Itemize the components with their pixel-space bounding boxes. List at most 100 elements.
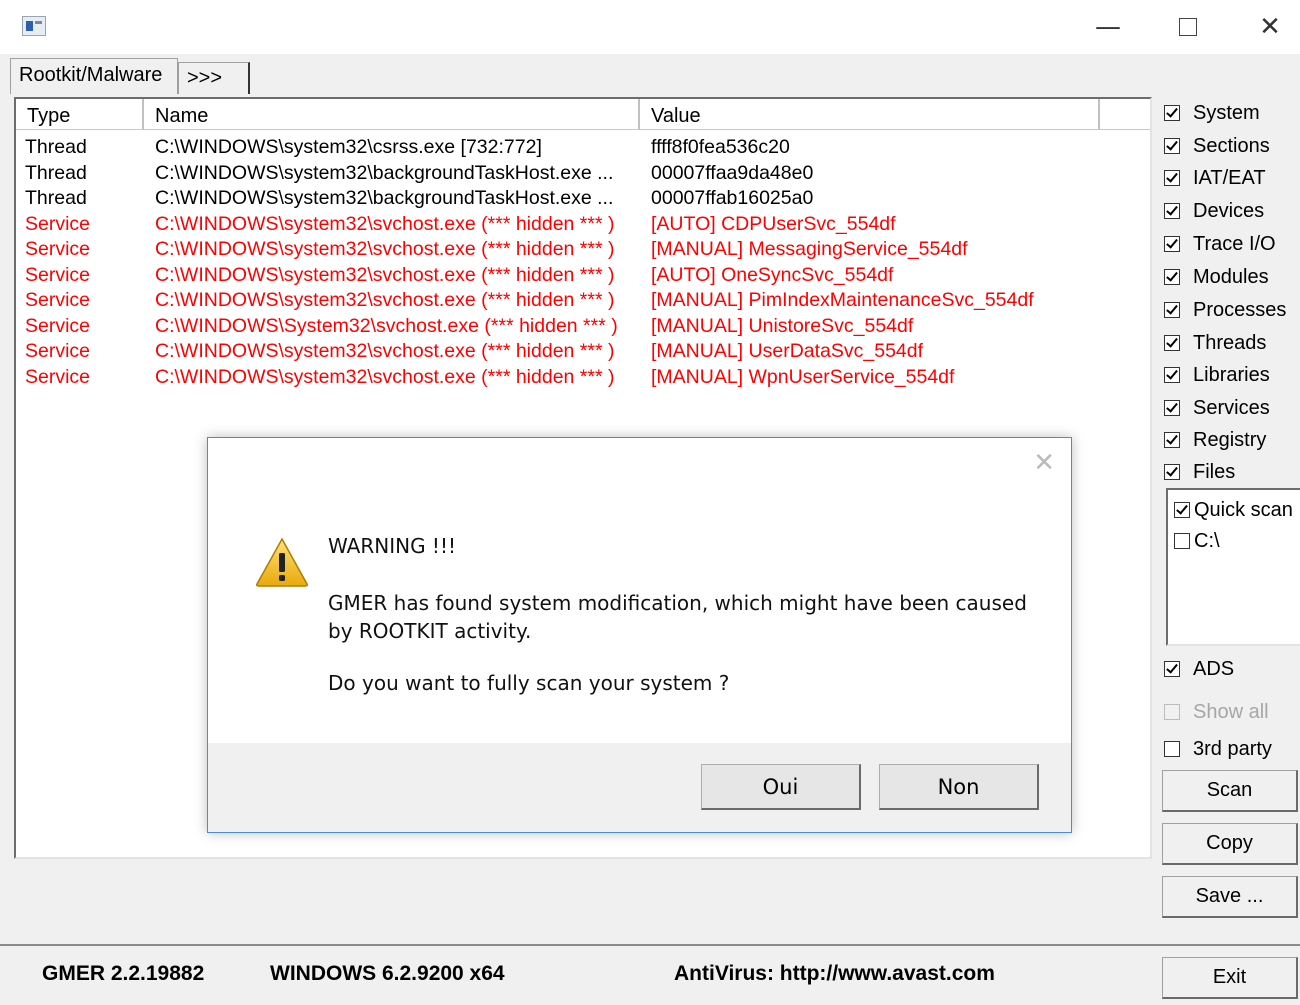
app-window-icon[interactable] <box>22 16 46 36</box>
checkbox-icon <box>1164 464 1180 480</box>
show-all-label: Show all <box>1193 700 1269 723</box>
table-row[interactable]: Thread C:\WINDOWS\system32\backgroundTask… <box>16 161 1150 187</box>
option-label: Trace I/O <box>1193 232 1276 255</box>
column-header-value[interactable]: Value <box>640 99 1100 129</box>
dialog-footer: Oui Non <box>208 743 1071 832</box>
dialog-title: WARNING !!! <box>328 534 456 558</box>
ads-label: ADS <box>1193 657 1235 680</box>
checkbox-icon <box>1174 502 1190 518</box>
option-checkbox-modules[interactable]: Modules <box>1164 264 1269 290</box>
copy-button[interactable]: Copy <box>1162 823 1298 865</box>
row-value: [AUTO] CDPUserSvc_554df <box>651 212 896 235</box>
row-type: Service <box>25 263 91 286</box>
row-value: [MANUAL] UserDataSvc_554df <box>651 340 924 362</box>
scan-button[interactable]: Scan <box>1162 770 1298 812</box>
option-label: System <box>1193 101 1260 124</box>
file-target-checkbox[interactable]: Quick scan <box>1174 497 1293 523</box>
row-name: C:\WINDOWS\system32\csrss.exe [732:772] <box>155 136 542 158</box>
option-checkbox-system[interactable]: System <box>1164 100 1260 126</box>
row-type: Thread <box>25 161 87 184</box>
file-target-checkbox[interactable]: C:\ <box>1174 528 1220 554</box>
maximize-button[interactable] <box>1158 8 1218 46</box>
table-row[interactable]: Service C:\WINDOWS\system32\svchost.exe (… <box>16 212 1150 238</box>
option-checkbox-threads[interactable]: Threads <box>1164 330 1266 356</box>
table-row[interactable]: Service C:\WINDOWS\system32\svchost.exe (… <box>16 365 1150 391</box>
minimize-button[interactable]: — <box>1078 8 1138 46</box>
row-name: C:\WINDOWS\system32\svchost.exe (*** hid… <box>155 212 615 235</box>
antivirus-link[interactable]: AntiVirus: http://www.avast.com <box>674 962 995 986</box>
row-value: [MANUAL] MessagingService_554df <box>651 238 968 260</box>
checkbox-icon <box>1164 170 1180 186</box>
table-row[interactable]: Thread C:\WINDOWS\system32\backgroundTask… <box>16 186 1150 212</box>
option-label: Services <box>1193 396 1270 419</box>
option-label: Modules <box>1193 265 1269 288</box>
exit-button[interactable]: Exit <box>1162 957 1298 999</box>
warning-dialog: ✕ WARNING !!! GMER has found system modi… <box>207 437 1072 833</box>
option-checkbox-files[interactable]: Files <box>1164 459 1235 485</box>
option-checkbox-libraries[interactable]: Libraries <box>1164 362 1270 388</box>
checkbox-icon <box>1164 367 1180 383</box>
show-all-checkbox[interactable]: Show all <box>1164 699 1269 725</box>
option-label: Devices <box>1193 199 1265 222</box>
option-checkbox-trace-i-o[interactable]: Trace I/O <box>1164 231 1276 257</box>
dialog-question: Do you want to fully scan your system ? <box>328 671 730 695</box>
row-value: [MANUAL] WpnUserService_554df <box>651 365 955 388</box>
yes-button[interactable]: Oui <box>701 764 861 810</box>
close-button[interactable]: ✕ <box>1240 8 1300 46</box>
tab-rootkit-malware[interactable]: Rootkit/Malware <box>10 58 178 94</box>
row-type: Service <box>25 238 91 260</box>
checkbox-icon <box>1164 138 1180 154</box>
column-header-name[interactable]: Name <box>144 99 640 129</box>
dialog-close-icon[interactable]: ✕ <box>1033 448 1055 478</box>
option-checkbox-devices[interactable]: Devices <box>1164 198 1264 224</box>
row-name: C:\WINDOWS\system32\svchost.exe (*** hid… <box>155 263 615 286</box>
dialog-message: GMER has found system modification, whic… <box>328 591 1027 643</box>
minimize-icon: — <box>1095 12 1121 42</box>
row-name: C:\WINDOWS\system32\backgroundTaskHost.e… <box>155 187 614 209</box>
option-checkbox-registry[interactable]: Registry <box>1164 427 1266 453</box>
file-target-label: Quick scan <box>1194 498 1293 521</box>
tab-more[interactable]: >>> <box>178 62 250 94</box>
option-label: Sections <box>1193 134 1270 157</box>
row-type: Service <box>25 314 91 337</box>
close-icon: ✕ <box>1259 12 1281 42</box>
warning-icon <box>256 537 308 587</box>
option-checkbox-services[interactable]: Services <box>1164 395 1270 421</box>
row-name: C:\WINDOWS\system32\backgroundTaskHost.e… <box>155 161 614 184</box>
table-row[interactable]: Service C:\WINDOWS\system32\svchost.exe (… <box>16 263 1150 289</box>
ads-checkbox[interactable]: ADS <box>1164 656 1234 682</box>
row-value: [MANUAL] PimIndexMaintenanceSvc_554df <box>651 289 1034 311</box>
save-button[interactable]: Save ... <box>1162 876 1298 918</box>
files-scan-list[interactable]: Quick scan C:\ <box>1166 488 1300 646</box>
checkbox-icon <box>1164 704 1180 720</box>
row-value: 00007ffaa9da48e0 <box>651 161 814 184</box>
checkbox-icon <box>1164 741 1180 757</box>
option-label: Libraries <box>1193 363 1270 386</box>
row-type: Service <box>25 212 91 235</box>
option-label: IAT/EAT <box>1193 166 1266 189</box>
os-text: WINDOWS 6.2.9200 x64 <box>270 962 505 985</box>
no-button[interactable]: Non <box>879 764 1039 810</box>
third-party-checkbox[interactable]: 3rd party <box>1164 736 1272 762</box>
list-rows: Thread C:\WINDOWS\system32\csrss.exe [732… <box>16 135 1150 390</box>
table-row[interactable]: Service C:\WINDOWS\System32\svchost.exe (… <box>16 314 1150 340</box>
checkbox-icon <box>1164 335 1180 351</box>
row-type: Service <box>25 340 91 362</box>
row-type: Service <box>25 365 91 388</box>
option-checkbox-sections[interactable]: Sections <box>1164 133 1270 159</box>
table-row[interactable]: Service C:\WINDOWS\system32\svchost.exe (… <box>16 237 1150 263</box>
option-checkbox-iat-eat[interactable]: IAT/EAT <box>1164 165 1266 191</box>
row-value: ffff8f0fea536c20 <box>651 136 790 158</box>
table-row[interactable]: Thread C:\WINDOWS\system32\csrss.exe [732… <box>16 135 1150 161</box>
row-value: 00007ffab16025a0 <box>651 187 814 209</box>
table-row[interactable]: Service C:\WINDOWS\system32\svchost.exe (… <box>16 339 1150 365</box>
checkbox-icon <box>1164 432 1180 448</box>
status-bar: GMER 2.2.19882 WINDOWS 6.2.9200 x64 Anti… <box>0 944 1300 1005</box>
list-header: Type Name Value <box>16 99 1150 130</box>
title-bar: — ✕ <box>0 0 1300 54</box>
column-header-type[interactable]: Type <box>16 99 144 129</box>
table-row[interactable]: Service C:\WINDOWS\system32\svchost.exe (… <box>16 288 1150 314</box>
row-name: C:\WINDOWS\system32\svchost.exe (*** hid… <box>155 365 615 388</box>
option-label: Threads <box>1193 331 1267 354</box>
option-checkbox-processes[interactable]: Processes <box>1164 297 1286 323</box>
